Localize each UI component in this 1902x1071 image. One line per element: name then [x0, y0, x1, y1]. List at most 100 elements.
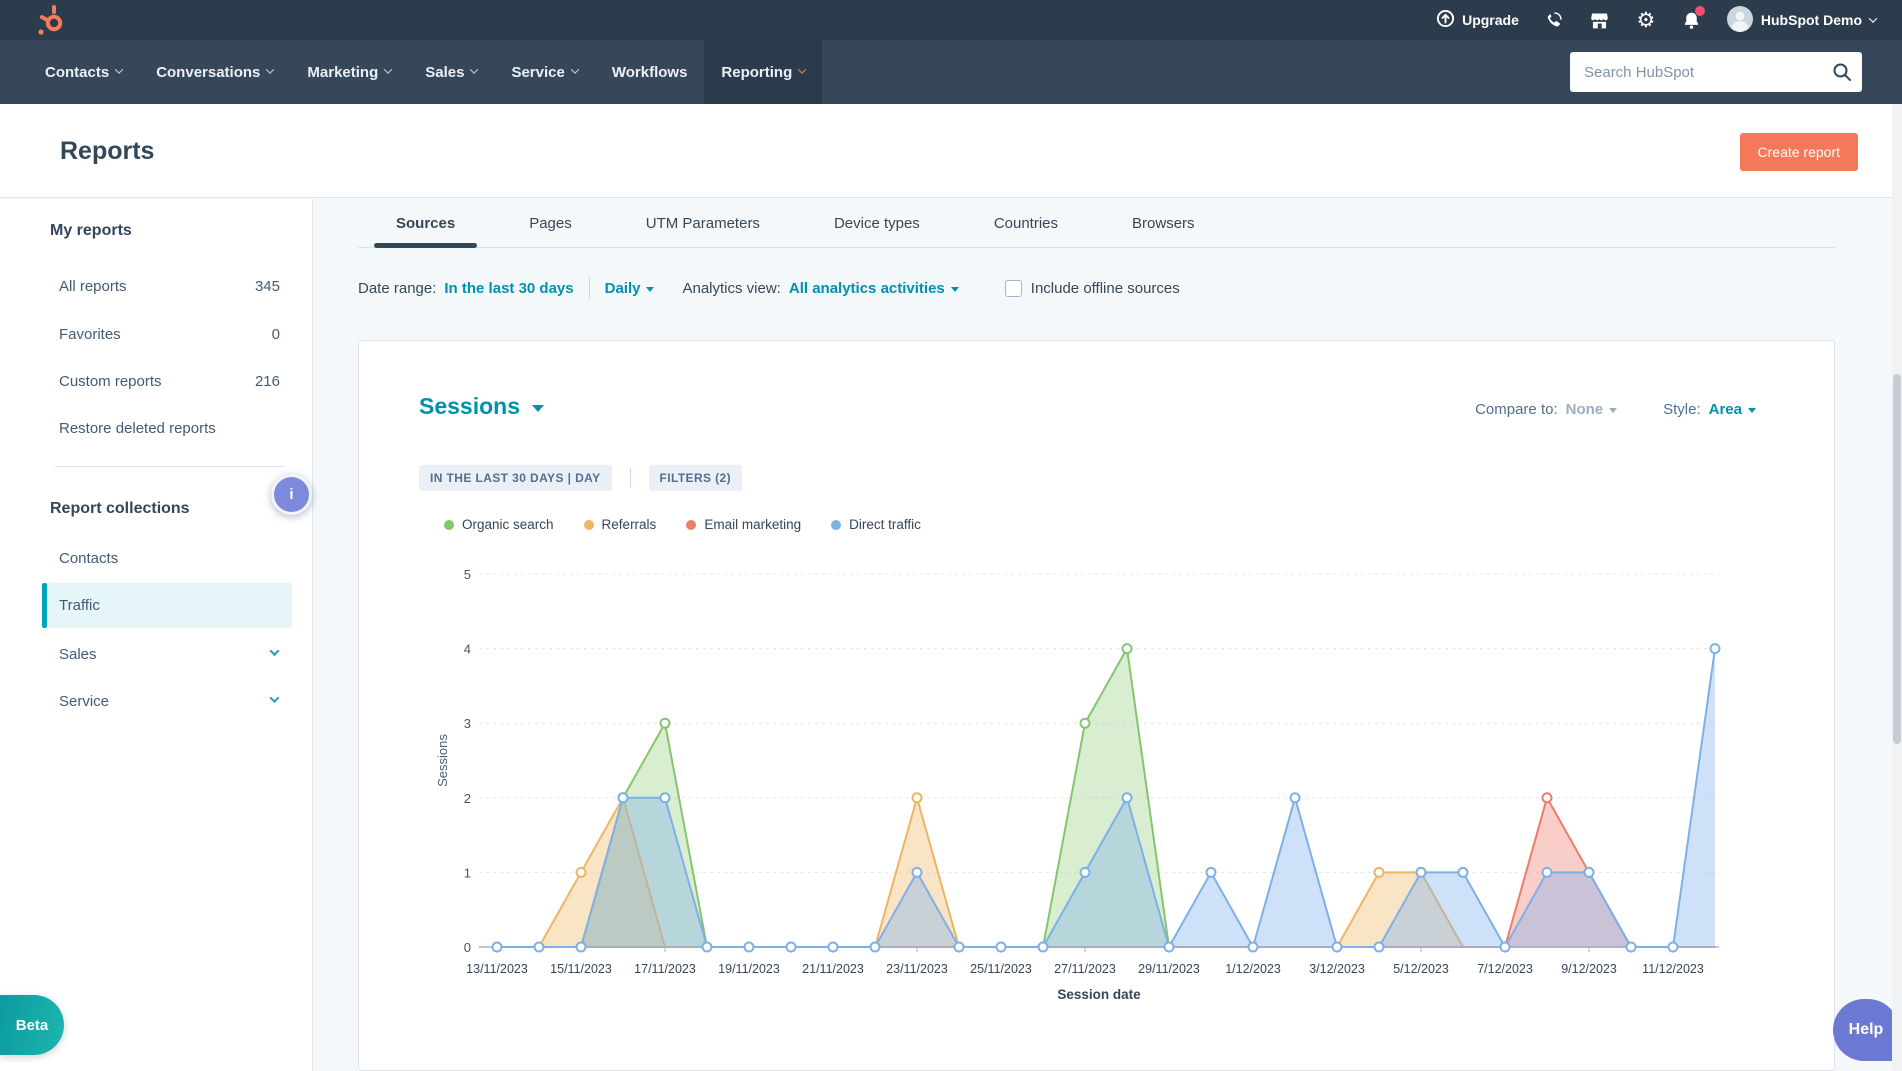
tab-pages[interactable]: Pages	[499, 198, 602, 248]
help-button[interactable]: Help	[1833, 999, 1899, 1061]
chart-point[interactable]	[1039, 943, 1048, 952]
chart-point[interactable]	[997, 943, 1006, 952]
chart-point[interactable]	[913, 793, 922, 802]
chart-point[interactable]	[577, 943, 586, 952]
chart-point[interactable]	[1291, 793, 1300, 802]
chart-point[interactable]	[1333, 943, 1342, 952]
collection-item-contacts[interactable]: Contacts	[42, 541, 292, 575]
compare-to-dropdown[interactable]: None	[1566, 401, 1618, 418]
scrollbar-thumb[interactable]	[1893, 374, 1901, 744]
chart-point[interactable]	[1543, 793, 1552, 802]
y-axis-title: Sessions	[435, 734, 450, 787]
tab-device-types[interactable]: Device types	[804, 198, 950, 248]
svg-text:4: 4	[464, 642, 471, 657]
chart-point[interactable]	[535, 943, 544, 952]
legend-item-direct-traffic[interactable]: Direct traffic	[831, 517, 921, 532]
chart-point[interactable]	[913, 868, 922, 877]
nav-item-marketing[interactable]: Marketing	[290, 40, 408, 104]
chevron-down-icon	[571, 65, 579, 73]
chart-point[interactable]	[787, 943, 796, 952]
collection-item-service[interactable]: Service	[42, 684, 292, 718]
chart-point[interactable]	[619, 793, 628, 802]
chart-point[interactable]	[829, 943, 838, 952]
style-label: Style:	[1663, 401, 1701, 418]
sidebar-item-favorites[interactable]: Favorites0	[50, 321, 280, 349]
nav-item-service[interactable]: Service	[494, 40, 594, 104]
include-offline-checkbox[interactable]	[1005, 280, 1022, 297]
account-name: HubSpot Demo	[1761, 12, 1862, 28]
nav-item-contacts[interactable]: Contacts	[28, 40, 139, 104]
date-range-value[interactable]: In the last 30 days	[444, 280, 573, 297]
chart-point[interactable]	[577, 868, 586, 877]
marketplace-icon[interactable]	[1589, 9, 1611, 31]
hubspot-sprocket-logo[interactable]	[36, 3, 68, 42]
tab-sources[interactable]: Sources	[366, 198, 485, 248]
nav-item-reporting[interactable]: Reporting	[704, 40, 822, 104]
chart-point[interactable]	[493, 943, 502, 952]
tab-browsers[interactable]: Browsers	[1102, 198, 1225, 248]
frequency-dropdown[interactable]: Daily	[605, 280, 655, 297]
chart-point[interactable]	[1375, 868, 1384, 877]
chart-point[interactable]	[1627, 943, 1636, 952]
chevron-down-icon	[470, 65, 478, 73]
nav-item-sales[interactable]: Sales	[408, 40, 494, 104]
metric-dropdown[interactable]: Sessions	[419, 393, 544, 420]
chart-point[interactable]	[1459, 868, 1468, 877]
nav-item-workflows[interactable]: Workflows	[595, 40, 705, 104]
chart-point[interactable]	[871, 943, 880, 952]
chart-point[interactable]	[703, 943, 712, 952]
notifications-bell-icon[interactable]	[1681, 9, 1703, 31]
chart-point[interactable]	[661, 719, 670, 728]
sidebar-item-all-reports[interactable]: All reports345	[50, 273, 280, 301]
upgrade-button[interactable]: Upgrade	[1436, 9, 1519, 31]
tab-utm-parameters[interactable]: UTM Parameters	[616, 198, 790, 248]
scrollbar-track[interactable]	[1892, 104, 1902, 1071]
chart-point[interactable]	[1501, 943, 1510, 952]
chart-point[interactable]	[1165, 943, 1174, 952]
settings-gear-icon[interactable]: ⚙	[1635, 9, 1657, 31]
chart-point[interactable]	[1585, 868, 1594, 877]
chart-point[interactable]	[1207, 868, 1216, 877]
svg-text:29/11/2023: 29/11/2023	[1138, 962, 1200, 976]
chart-point[interactable]	[1081, 719, 1090, 728]
svg-text:7/12/2023: 7/12/2023	[1477, 962, 1533, 976]
sidebar-item-restore-deleted[interactable]: Restore deleted reports	[50, 415, 280, 443]
sidebar-item-custom-reports[interactable]: Custom reports216	[50, 368, 280, 396]
collection-item-traffic[interactable]: Traffic	[42, 583, 292, 628]
page-title: Reports	[60, 137, 154, 166]
filters-badge[interactable]: FILTERS (2)	[649, 465, 743, 491]
chart-point[interactable]	[1543, 868, 1552, 877]
calls-phone-icon[interactable]	[1543, 9, 1565, 31]
chart-point[interactable]	[1081, 868, 1090, 877]
page-header: Reports Create report	[0, 104, 1902, 198]
nav-item-conversations[interactable]: Conversations	[139, 40, 290, 104]
style-dropdown[interactable]: Area	[1709, 401, 1756, 418]
analytics-view-dropdown[interactable]: All analytics activities	[789, 280, 959, 297]
legend-item-email-marketing[interactable]: Email marketing	[686, 517, 801, 532]
info-badge[interactable]: i	[271, 474, 312, 515]
search-input[interactable]	[1570, 64, 1822, 81]
chart-point[interactable]	[661, 793, 670, 802]
chart-point[interactable]	[1375, 943, 1384, 952]
collection-item-sales[interactable]: Sales	[42, 637, 292, 671]
account-menu[interactable]: HubSpot Demo	[1727, 6, 1876, 35]
search-icon[interactable]	[1822, 52, 1862, 92]
tab-countries[interactable]: Countries	[964, 198, 1088, 248]
chevron-down-icon	[384, 65, 392, 73]
chart-point[interactable]	[745, 943, 754, 952]
chart-point[interactable]	[1123, 644, 1132, 653]
chart-point[interactable]	[1123, 793, 1132, 802]
create-report-button[interactable]: Create report	[1740, 133, 1858, 171]
legend-item-referrals[interactable]: Referrals	[584, 517, 657, 532]
beta-button[interactable]: Beta	[0, 995, 64, 1055]
chart-point[interactable]	[1711, 644, 1720, 653]
chart-point[interactable]	[1669, 943, 1678, 952]
svg-text:11/12/2023: 11/12/2023	[1642, 962, 1704, 976]
svg-text:3/12/2023: 3/12/2023	[1309, 962, 1365, 976]
chart-point[interactable]	[1249, 943, 1258, 952]
chart-point[interactable]	[1417, 868, 1426, 877]
svg-text:13/11/2023: 13/11/2023	[466, 962, 528, 976]
legend-item-organic-search[interactable]: Organic search	[444, 517, 554, 532]
chart-point[interactable]	[955, 943, 964, 952]
date-range-badge[interactable]: IN THE LAST 30 DAYS | DAY	[419, 465, 612, 491]
